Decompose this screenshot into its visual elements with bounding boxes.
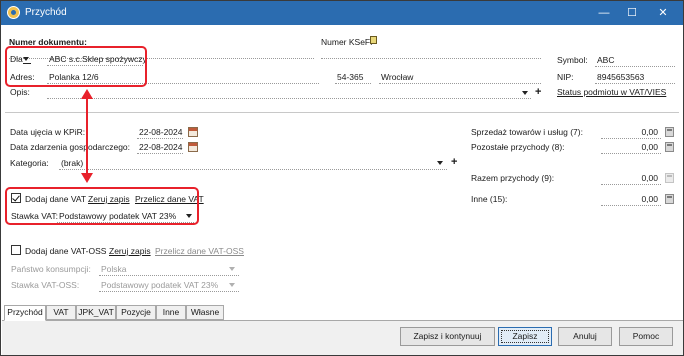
close-button[interactable]: ✕ (649, 3, 677, 23)
minimize-button[interactable]: — (590, 3, 618, 23)
consumption-country-dropdown-arrow-icon (229, 267, 235, 271)
symbol-label: Symbol: (557, 55, 588, 65)
total-income-value: 0,00 (601, 172, 661, 185)
description-input[interactable] (47, 86, 531, 99)
highlight-connector-line (86, 97, 88, 175)
kpir-calendar-icon[interactable] (188, 127, 198, 137)
tab-pozycje[interactable]: Pozycje (116, 305, 156, 320)
maximize-button[interactable]: ☐ (618, 3, 646, 23)
przychod-window: Przychód — ☐ ✕ Numer dokumentu: Numer KS… (0, 0, 684, 356)
sales-label: Sprzedaż towarów i usług (7): (471, 127, 583, 137)
sales-calculator-icon[interactable] (665, 127, 674, 137)
tab-inne[interactable]: Inne (156, 305, 186, 320)
kpir-date-input[interactable]: 22-08-2024 (137, 126, 183, 139)
ksef-number-input[interactable] (321, 46, 541, 59)
category-select[interactable]: (brak) (59, 157, 447, 170)
consumption-country-select: Polska (99, 263, 239, 276)
help-button[interactable]: Pomoc (619, 327, 673, 346)
city-input[interactable]: Wrocław (379, 71, 541, 84)
category-dropdown-arrow-icon[interactable] (437, 161, 443, 165)
tab-vat[interactable]: VAT (46, 305, 76, 320)
add-vat-oss-checkbox[interactable] (11, 245, 21, 255)
save-and-continue-button[interactable]: Zapisz i kontynuuj (400, 327, 495, 346)
other-income-calculator-icon[interactable] (665, 142, 674, 152)
total-income-calculator-icon (665, 173, 674, 183)
highlight-arrow-up-icon (81, 89, 93, 99)
nip-label: NIP: (557, 72, 574, 82)
sales-value-input[interactable]: 0,00 (601, 126, 661, 139)
app-logo-icon (7, 6, 20, 19)
tab-przychod[interactable]: Przychód (4, 305, 46, 321)
consumption-country-label: Państwo konsumpcji: (11, 264, 91, 274)
category-label: Kategoria: (10, 158, 49, 168)
postal-code-input[interactable]: 54-365 (335, 71, 371, 84)
vat-oss-rate-select: Podstawowy podatek VAT 23% (99, 279, 239, 292)
tab-wlasne[interactable]: Własne (186, 305, 224, 320)
highlight-arrow-down-icon (81, 173, 93, 183)
vat-status-link[interactable]: Status podmiotu w VAT/VIES (557, 87, 666, 97)
event-calendar-icon[interactable] (188, 142, 198, 152)
total-income-label: Razem przychody (9): (471, 173, 555, 183)
event-date-label: Data zdarzenia gospodarczego: (10, 142, 131, 152)
vat-oss-reset-link[interactable]: Zeruj zapis (109, 246, 151, 256)
add-vat-oss-label[interactable]: Dodaj dane VAT-OSS (25, 246, 106, 256)
other-income-input[interactable]: 0,00 (601, 141, 661, 154)
event-date-input[interactable]: 22-08-2024 (137, 141, 183, 154)
kpir-date-label: Data ujęcia w KPiR: (10, 127, 86, 137)
ksef-info-icon[interactable] (370, 36, 377, 44)
description-label: Opis: (10, 87, 30, 97)
section-divider (5, 112, 679, 113)
misc-value-input[interactable]: 0,00 (601, 193, 661, 206)
vat-oss-rate-dropdown-arrow-icon (229, 283, 235, 287)
description-add-icon[interactable]: + (535, 87, 541, 98)
save-button[interactable]: Zapisz (498, 327, 552, 346)
vat-oss-rate-label: Stawka VAT-OSS: (11, 280, 80, 290)
misc-label: Inne (15): (471, 194, 508, 204)
category-add-icon[interactable]: + (451, 157, 457, 168)
symbol-input[interactable]: ABC (595, 54, 675, 67)
window-title: Przychód (25, 7, 67, 18)
tab-jpk-vat[interactable]: JPK_VAT (76, 305, 116, 320)
misc-calculator-icon[interactable] (665, 194, 674, 204)
vat-highlight-box (5, 187, 199, 225)
description-dropdown-arrow-icon[interactable] (522, 91, 528, 95)
cancel-button[interactable]: Anuluj (558, 327, 612, 346)
contractor-highlight-box (5, 46, 147, 87)
vat-oss-recalculate-link: Przelicz dane VAT-OSS (155, 246, 244, 256)
other-income-label: Pozostałe przychody (8): (471, 142, 565, 152)
nip-input[interactable]: 8945653563 (595, 71, 675, 84)
title-bar: Przychód — ☐ ✕ (1, 1, 683, 25)
